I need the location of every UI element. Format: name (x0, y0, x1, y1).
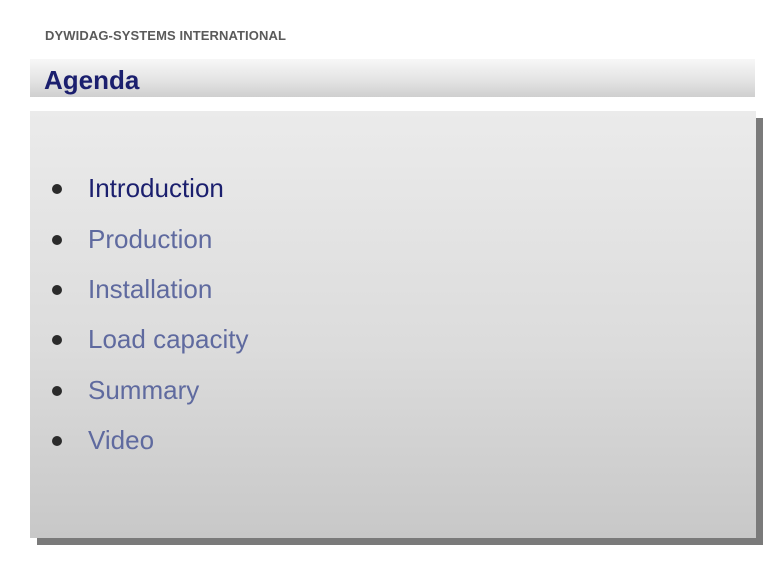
agenda-item-label: Summary (88, 375, 200, 405)
bullet-icon (52, 285, 62, 295)
slide-title: Agenda (44, 65, 140, 95)
agenda-item-label: Installation (88, 274, 213, 304)
agenda-item-label: Load capacity (88, 324, 249, 354)
agenda-item-label: Video (88, 425, 155, 455)
bullet-icon (52, 436, 62, 446)
bullet-icon (52, 386, 62, 396)
bullet-icon (52, 184, 62, 194)
agenda-item-label: Introduction (88, 173, 224, 203)
agenda-item-label: Production (88, 224, 213, 254)
bullet-icon (52, 235, 62, 245)
title-bar: Agenda (30, 59, 755, 97)
agenda-panel: Introduction Production Installation Loa… (30, 111, 756, 538)
company-name: DYWIDAG-SYSTEMS INTERNATIONAL (45, 28, 286, 43)
bullet-icon (52, 335, 62, 345)
